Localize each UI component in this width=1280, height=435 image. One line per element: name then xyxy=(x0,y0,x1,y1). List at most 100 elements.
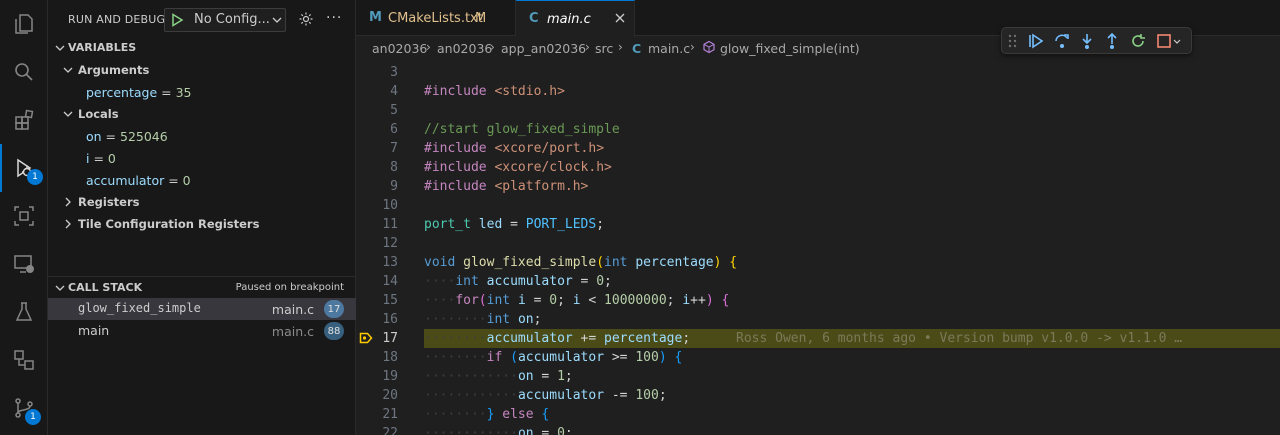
remote-window-icon[interactable] xyxy=(0,240,48,288)
search-icon[interactable] xyxy=(0,48,48,96)
variable-value: 35 xyxy=(175,85,192,100)
code-line[interactable]: 8 #include <xcore/clock.h> xyxy=(356,158,1280,177)
line-number[interactable]: 8 xyxy=(358,160,398,175)
drag-handle-icon[interactable] xyxy=(1007,33,1019,49)
line-number[interactable]: 21 xyxy=(358,407,398,422)
line-number[interactable]: 11 xyxy=(358,217,398,232)
line-number[interactable]: 14 xyxy=(358,274,398,289)
line-number[interactable]: 3 xyxy=(358,65,398,80)
arguments-scope[interactable]: Arguments xyxy=(48,59,356,81)
code-line[interactable]: 16 ········int on; xyxy=(356,310,1280,329)
extensions-icon[interactable] xyxy=(0,96,48,144)
frame-function: glow_fixed_simple xyxy=(78,301,201,315)
code-line[interactable]: 21 ········} else { xyxy=(356,405,1280,424)
tab-cmakelists[interactable]: M CMakeLists.txt M xyxy=(356,0,516,36)
code-line[interactable]: 22 ············on = 0; xyxy=(356,424,1280,435)
chevron-down-icon[interactable] xyxy=(1172,32,1182,50)
function-symbol-icon xyxy=(702,40,716,57)
code-line[interactable]: 12 xyxy=(356,234,1280,253)
callstack-section[interactable]: CALL STACK Paused on breakpoint xyxy=(48,276,356,298)
line-number[interactable]: 12 xyxy=(358,236,398,251)
explorer-icon[interactable] xyxy=(0,0,48,48)
code-editor[interactable]: 3 4 #include <stdio.h> 5 6//start glow_fixed… xyxy=(356,59,1280,435)
debug-badge: 1 xyxy=(27,169,43,185)
start-debugging-icon[interactable] xyxy=(169,12,185,32)
locals-scope[interactable]: Locals xyxy=(48,103,356,125)
tab-main-c[interactable]: C main.c xyxy=(516,0,635,37)
code-line[interactable]: 10 xyxy=(356,196,1280,215)
line-number[interactable]: 4 xyxy=(358,84,398,99)
code-line[interactable]: 9 #include <platform.h> xyxy=(356,177,1280,196)
code-line[interactable]: 7 #include <xcore/port.h> xyxy=(356,139,1280,158)
step-over-icon[interactable] xyxy=(1053,32,1071,50)
breadcrumb-item[interactable]: app_an02036 xyxy=(501,41,586,56)
line-number[interactable]: 13 xyxy=(358,255,398,270)
code-line[interactable]: 13 void glow_fixed_simple(int percentage)… xyxy=(356,253,1280,272)
variable-name: on xyxy=(86,129,102,144)
code-line[interactable]: 18 ········if (accumulator >= 100) { xyxy=(356,348,1280,367)
line-number[interactable]: 22 xyxy=(358,426,398,435)
code-line[interactable]: 6//start glow_fixed_simple xyxy=(356,120,1280,139)
breadcrumb-item[interactable]: src xyxy=(595,41,613,56)
tab-label: main.c xyxy=(547,12,591,27)
frame-line-badge: 17 xyxy=(324,300,344,318)
chevron-down-icon[interactable] xyxy=(271,14,283,30)
line-number[interactable]: 20 xyxy=(358,388,398,403)
variable-row[interactable]: i = 0 xyxy=(48,147,356,169)
variables-section[interactable]: VARIABLES xyxy=(48,37,356,59)
code-line[interactable]: 15 ····for(int i = 0; i < 10000000; i++) … xyxy=(356,291,1280,310)
line-number[interactable]: 7 xyxy=(358,141,398,156)
code-line[interactable]: 17 ········accumulator += percentage; Ross… xyxy=(356,329,1280,348)
line-number[interactable]: 6 xyxy=(358,122,398,137)
continue-icon[interactable] xyxy=(1027,32,1045,50)
git-blame-annotation: Ross Owen, 6 months ago • Version bump v… xyxy=(736,331,1183,346)
variable-row[interactable]: accumulator = 0 xyxy=(48,169,356,191)
stack-frame[interactable]: main main.c 88 xyxy=(48,320,356,342)
line-number[interactable]: 5 xyxy=(358,103,398,118)
line-number[interactable]: 15 xyxy=(358,293,398,308)
paused-status: Paused on breakpoint xyxy=(235,282,344,293)
step-into-icon[interactable] xyxy=(1078,32,1096,50)
tile-registers-label: Tile Configuration Registers xyxy=(78,217,260,231)
remote-explorer-icon[interactable] xyxy=(0,192,48,240)
containers-icon[interactable] xyxy=(0,336,48,384)
code-line[interactable]: 5 xyxy=(356,101,1280,120)
close-icon[interactable] xyxy=(613,11,627,29)
registers-scope[interactable]: Registers xyxy=(48,191,356,213)
debug-config-dropdown[interactable]: No Config... xyxy=(164,8,286,32)
line-number[interactable]: 18 xyxy=(358,350,398,365)
breadcrumb-item[interactable]: main.c xyxy=(648,41,690,56)
variable-name: accumulator xyxy=(86,173,165,188)
tile-registers-scope[interactable]: Tile Configuration Registers xyxy=(48,213,356,235)
gear-icon[interactable] xyxy=(298,11,314,31)
breadcrumb-item[interactable]: an02036 xyxy=(372,41,427,56)
line-number[interactable]: 19 xyxy=(358,369,398,384)
variable-row[interactable]: percentage = 35 xyxy=(48,81,356,103)
line-number[interactable]: 10 xyxy=(358,198,398,213)
step-out-icon[interactable] xyxy=(1103,32,1121,50)
scm-badge: 1 xyxy=(25,409,41,425)
breadcrumb-item[interactable]: an02036 xyxy=(437,41,492,56)
line-number[interactable]: 16 xyxy=(358,312,398,327)
testing-icon[interactable] xyxy=(0,288,48,336)
restart-icon[interactable] xyxy=(1129,32,1147,50)
code-line[interactable]: 19 ············on = 1; xyxy=(356,367,1280,386)
code-line[interactable]: 14 ····int accumulator = 0; xyxy=(356,272,1280,291)
code-line[interactable]: 3 xyxy=(356,63,1280,82)
variable-row[interactable]: on = 525046 xyxy=(48,125,356,147)
stop-icon[interactable] xyxy=(1155,32,1173,50)
line-number[interactable]: 17 xyxy=(358,331,398,346)
source-control-icon[interactable]: 1 xyxy=(0,384,48,432)
more-actions-icon[interactable]: ··· xyxy=(326,10,342,26)
run-debug-sidebar: RUN AND DEBUG No Config... ··· VARIABLES… xyxy=(48,0,356,435)
registers-label: Registers xyxy=(78,195,140,209)
run-debug-title: RUN AND DEBUG xyxy=(68,13,166,26)
stack-frame[interactable]: glow_fixed_simple main.c 17 xyxy=(48,298,356,320)
line-number[interactable]: 9 xyxy=(358,179,398,194)
code-line[interactable]: 4 #include <stdio.h> xyxy=(356,82,1280,101)
breadcrumb-item[interactable]: glow_fixed_simple(int) xyxy=(720,41,860,56)
code-line[interactable]: 20 ············accumulator -= 100; xyxy=(356,386,1280,405)
code-line[interactable]: 11 port_t led = PORT_LEDS; xyxy=(356,215,1280,234)
run-debug-icon[interactable]: 1 xyxy=(0,144,48,192)
variables-header: VARIABLES xyxy=(68,41,137,54)
